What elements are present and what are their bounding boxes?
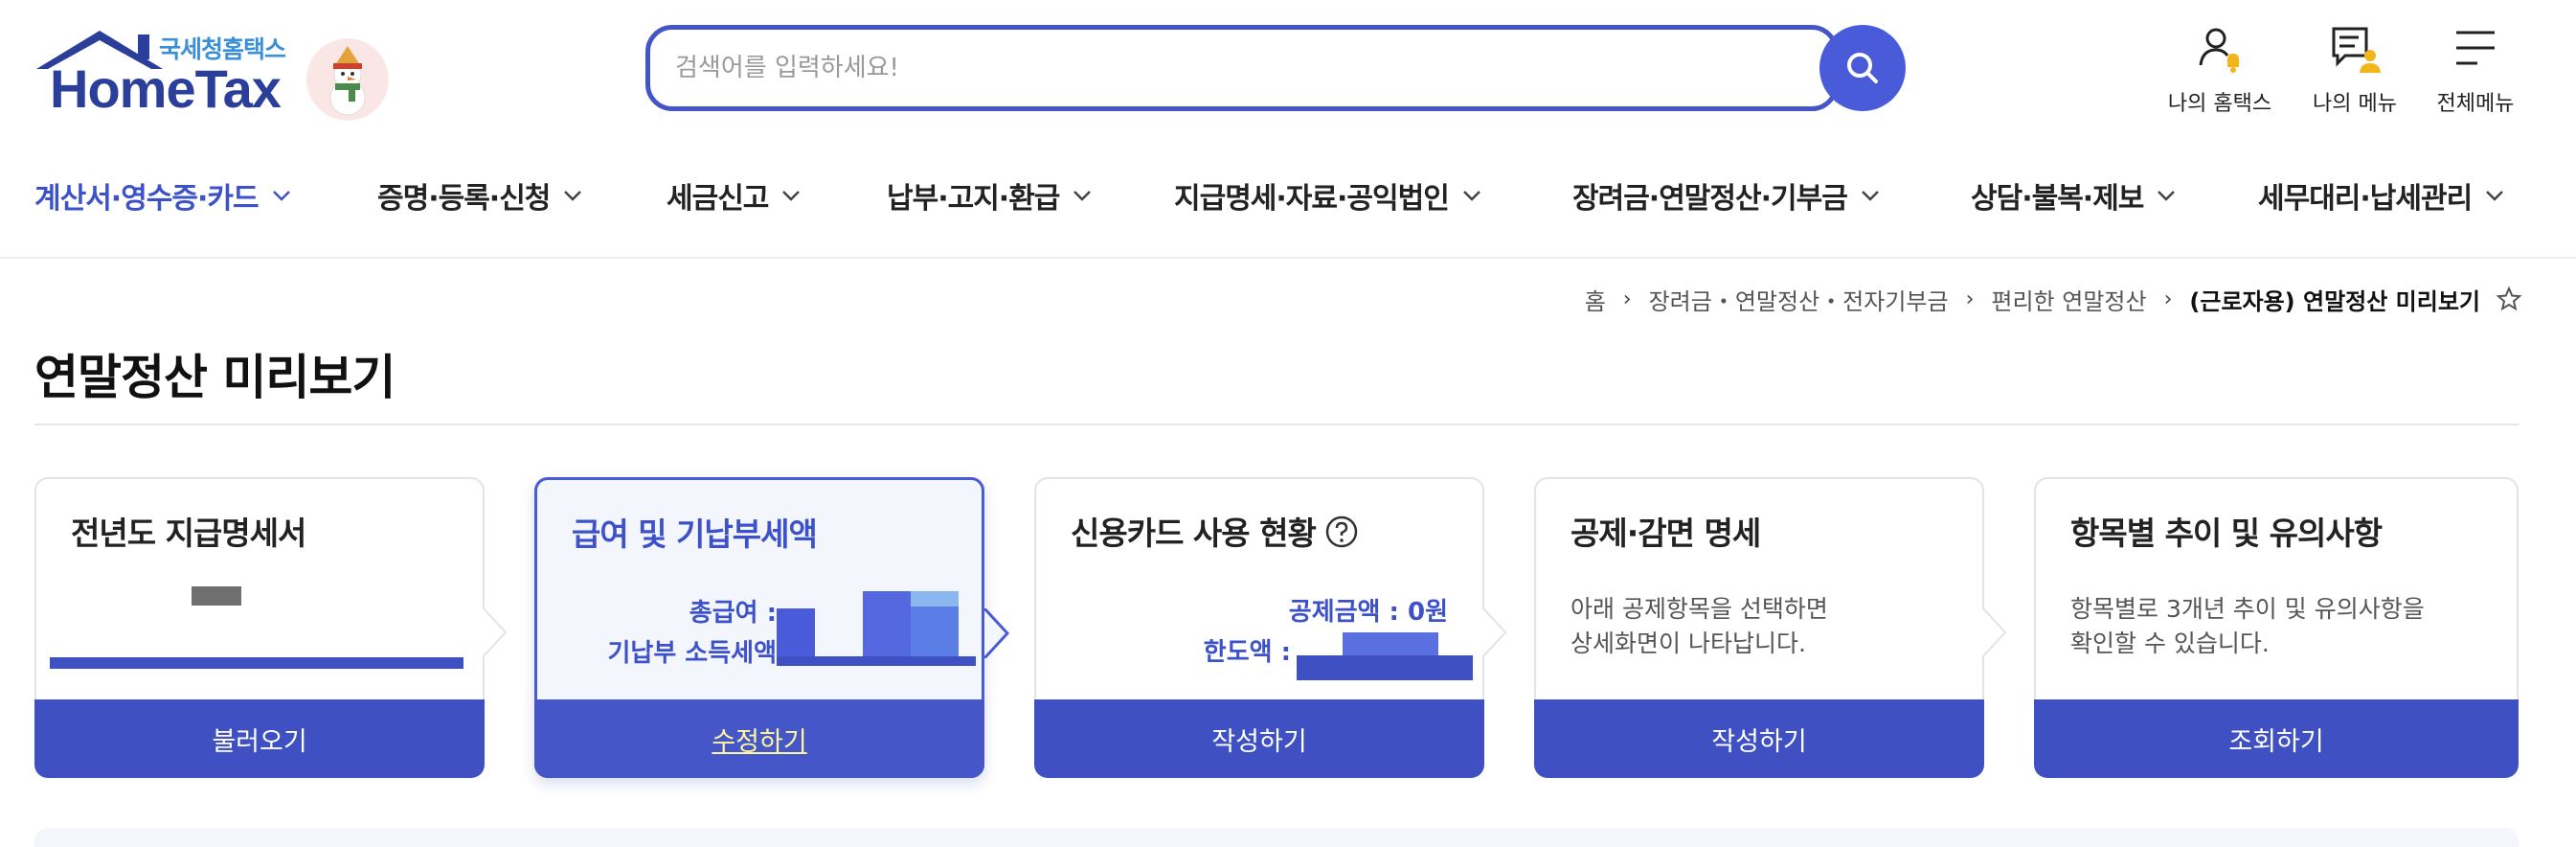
card-description-line: 상세화면이 나타납니다. [1570, 630, 1806, 657]
step-arrow-icon [984, 608, 1009, 658]
search-icon [1847, 53, 1878, 83]
card-description: 항목별로 3개년 추이 및 유의사항을 확인할 수 있습니다. [2070, 592, 2501, 661]
load-button[interactable]: 불러오기 [34, 699, 485, 778]
all-menu-link[interactable]: 전체메뉴 [2413, 23, 2538, 119]
write-button[interactable]: 작성하기 [1534, 699, 1984, 778]
chevron-down-icon [2158, 191, 2176, 201]
help-question-icon[interactable] [1325, 515, 1358, 548]
nav-item-label: 계산서·영수증·카드 [34, 182, 260, 216]
breadcrumb-item[interactable]: 편리한 연말정산 [1991, 283, 2146, 316]
masked-value [911, 591, 959, 607]
my-menu-link[interactable]: 나의 메뉴 [2293, 23, 2417, 119]
step-card-deduction-details: 공제·감면 명세 아래 공제항목을 선택하면 상세화면이 나타납니다. 작성하기 [1534, 477, 2007, 778]
chevron-down-icon [1861, 191, 1879, 201]
nav-item-label: 상담·불복·제보 [1971, 182, 2144, 216]
my-menu-label: 나의 메뉴 [2313, 92, 2397, 116]
card-description-line: 아래 공제항목을 선택하면 [1570, 595, 1828, 623]
nav-item-payment-statement[interactable]: 지급명세·자료·공익법인 [1174, 167, 1481, 224]
masked-value [192, 586, 241, 606]
prepaid-tax-label: 기납부 소득세액 [607, 639, 778, 668]
card-description-line: 항목별로 3개년 추이 및 유의사항을 [2070, 595, 2425, 623]
masked-value-bar [777, 656, 976, 666]
my-hometax-icon [2199, 28, 2239, 73]
limit-amount-label: 한도액 : [1203, 638, 1291, 667]
page: 국세청홈택스 HomeTax 나의 홈택스 [0, 0, 2576, 847]
masked-value [863, 591, 911, 656]
step-card-salary-prepaid-tax: 급여 및 기납부세액 총급여 : 기납부 소득세액 수정하기 [534, 477, 1009, 778]
logo-brand: HomeTax [50, 58, 282, 119]
search-box [645, 25, 1839, 111]
card-title: 전년도 지급명세서 [71, 515, 306, 552]
chevron-down-icon [1073, 191, 1092, 201]
chevron-down-icon [782, 191, 801, 201]
hometax-logo[interactable]: 국세청홈택스 HomeTax [33, 25, 396, 121]
card-title: 신용카드 사용 현황 [1071, 508, 1358, 554]
breadcrumb-separator: › [1622, 286, 1632, 311]
card-title: 항목별 추이 및 유의사항 [2070, 515, 2383, 552]
breadcrumb-separator: › [1965, 286, 1975, 311]
nav-item-label: 지급명세·자료·공익법인 [1174, 182, 1450, 216]
breadcrumb-item[interactable]: 장려금・연말정산・전자기부금 [1649, 283, 1949, 316]
breadcrumb: 홈 › 장려금・연말정산・전자기부금 › 편리한 연말정산 › (근로자용) 연… [1585, 282, 2522, 316]
nav-item-year-end-settlement[interactable]: 장려금·연말정산·기부금 [1572, 167, 1880, 224]
nav-item-label: 장려금·연말정산·기부금 [1572, 182, 1848, 216]
nav-item-label: 증명·등록·신청 [377, 182, 551, 216]
edit-button[interactable]: 수정하기 [534, 699, 984, 778]
nav-item-consultation[interactable]: 상담·불복·제보 [1971, 167, 2176, 224]
breadcrumb-home[interactable]: 홈 [1585, 283, 1606, 316]
card-title-text: 신용카드 사용 현황 [1071, 515, 1317, 552]
main-navigation: 계산서·영수증·카드 증명·등록·신청 세금신고 납부·고지·환급 지급명세·자… [0, 153, 2576, 259]
breadcrumb-current: (근로자용) 연말정산 미리보기 [2189, 287, 2480, 315]
masked-value [1343, 632, 1438, 655]
masked-value-bar [50, 657, 463, 669]
title-divider [34, 424, 2519, 425]
search-button[interactable] [1819, 25, 1906, 111]
breadcrumb-separator: › [2163, 286, 2173, 311]
chevron-down-icon [1462, 191, 1480, 201]
step-card-prev-statement: 전년도 지급명세서 불러오기 [34, 477, 508, 778]
step-arrow-icon [1982, 607, 2007, 657]
chevron-down-icon [272, 191, 290, 201]
my-hometax-label: 나의 홈택스 [2167, 92, 2272, 116]
snowman-mascot-icon [306, 38, 389, 121]
masked-value-bar [1297, 655, 1473, 680]
favorite-star-icon[interactable] [2496, 286, 2522, 312]
view-button[interactable]: 조회하기 [2034, 699, 2519, 778]
card-description: 아래 공제항목을 선택하면 상세화면이 나타납니다. [1570, 592, 1963, 661]
chevron-down-icon [2486, 191, 2504, 201]
step-arrow-icon [1482, 607, 1507, 657]
nav-item-label: 세금신고 [667, 182, 769, 216]
search-input[interactable] [675, 30, 1709, 106]
masked-value [777, 608, 815, 656]
page-title: 연말정산 미리보기 [34, 350, 395, 405]
nav-item-tax-agent[interactable]: 세무대리·납세관리 [2258, 167, 2504, 224]
card-title: 공제·감면 명세 [1570, 515, 1761, 552]
content-panel [34, 828, 2519, 847]
write-button[interactable]: 작성하기 [1034, 699, 1484, 778]
all-menu-label: 전체메뉴 [2436, 92, 2515, 116]
hamburger-menu-icon [2456, 31, 2495, 65]
nav-item-payment[interactable]: 납부·고지·환급 [887, 167, 1092, 224]
nav-item-label: 납부·고지·환급 [887, 182, 1060, 216]
step-card-credit-card: 신용카드 사용 현황 공제금액 : 0원 한도액 : 작성하기 [1034, 477, 1507, 778]
chevron-down-icon [564, 191, 582, 201]
nav-item-invoice-receipt-card[interactable]: 계산서·영수증·카드 [34, 167, 291, 224]
my-hometax-link[interactable]: 나의 홈택스 [2158, 23, 2282, 119]
nav-item-label: 세무대리·납세관리 [2258, 182, 2473, 216]
card-description-line: 확인할 수 있습니다. [2070, 630, 2270, 657]
total-pay-label: 총급여 : [689, 599, 777, 628]
nav-item-tax-filing[interactable]: 세금신고 [667, 167, 801, 224]
nav-item-certificate[interactable]: 증명·등록·신청 [377, 167, 582, 224]
card-title: 급여 및 기납부세액 [572, 515, 818, 553]
step-arrow-icon [483, 607, 508, 657]
deduction-amount-label: 공제금액 : 0원 [1288, 598, 1448, 627]
my-menu-icon [2332, 27, 2381, 73]
step-card-trend-notes: 항목별 추이 및 유의사항 항목별로 3개년 추이 및 유의사항을 확인할 수 … [2034, 477, 2519, 778]
